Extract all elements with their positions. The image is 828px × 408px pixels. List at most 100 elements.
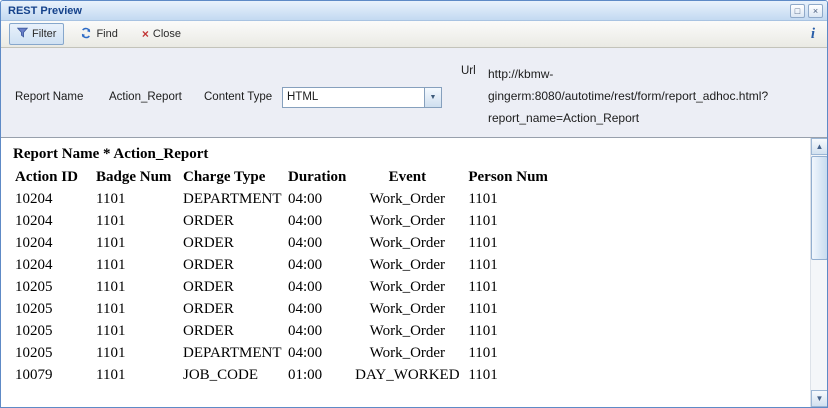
table-cell: ORDER <box>181 276 286 298</box>
close-icon: × <box>813 6 818 16</box>
table-cell: Work_Order <box>348 342 466 364</box>
table-cell: 10204 <box>13 210 94 232</box>
table-cell: 10204 <box>13 188 94 210</box>
column-header: Event <box>348 166 466 188</box>
table-cell: 1101 <box>94 232 181 254</box>
find-button-label: Find <box>96 28 117 40</box>
table-cell: ORDER <box>181 210 286 232</box>
scroll-up-icon: ▲ <box>816 142 824 151</box>
table-cell: 10079 <box>13 364 94 386</box>
window-title: REST Preview <box>8 5 787 17</box>
table-cell: 1101 <box>94 320 181 342</box>
table-row: 102051101DEPARTMENT04:00Work_Order1101 <box>13 342 566 364</box>
column-header: Action ID <box>13 166 94 188</box>
table-cell: 1101 <box>466 320 566 342</box>
table-header-row: Action ID Badge Num Charge Type Duration… <box>13 166 566 188</box>
content-type-select[interactable]: HTML ▼ <box>282 87 442 108</box>
table-cell: 10205 <box>13 298 94 320</box>
dropdown-button[interactable]: ▼ <box>424 88 441 107</box>
filter-button[interactable]: Filter <box>9 23 64 45</box>
find-button[interactable]: Find <box>72 23 125 46</box>
table-cell: 1101 <box>94 298 181 320</box>
url-line: report_name=Action_Report <box>488 107 818 129</box>
table-cell: ORDER <box>181 298 286 320</box>
table-cell: Work_Order <box>348 232 466 254</box>
table-row: 102041101ORDER04:00Work_Order1101 <box>13 254 566 276</box>
column-header: Person Num <box>466 166 566 188</box>
close-button[interactable]: × Close <box>134 24 189 44</box>
table-cell: 1101 <box>466 232 566 254</box>
table-cell: Work_Order <box>348 254 466 276</box>
window-close-button[interactable]: × <box>808 4 823 18</box>
table-cell: 1101 <box>466 276 566 298</box>
report-name-label: Report Name <box>15 91 83 103</box>
form-area: Report Name Action_Report Content Type H… <box>1 48 827 138</box>
table-cell: 04:00 <box>286 210 348 232</box>
scroll-down-icon: ▼ <box>816 394 824 403</box>
table-cell: 04:00 <box>286 276 348 298</box>
table-cell: DEPARTMENT <box>181 188 286 210</box>
rest-preview-window: REST Preview □ × Filter <box>0 0 828 408</box>
column-header: Badge Num <box>94 166 181 188</box>
table-cell: JOB_CODE <box>181 364 286 386</box>
close-button-label: Close <box>153 28 181 40</box>
table-cell: DAY_WORKED <box>348 364 466 386</box>
maximize-button[interactable]: □ <box>790 4 805 18</box>
table-cell: 1101 <box>94 188 181 210</box>
scroll-up-button[interactable]: ▲ <box>811 138 827 155</box>
find-refresh-icon <box>80 27 92 42</box>
table-cell: 01:00 <box>286 364 348 386</box>
table-cell: Work_Order <box>348 320 466 342</box>
table-cell: ORDER <box>181 254 286 276</box>
table-cell: ORDER <box>181 232 286 254</box>
table-cell: 1101 <box>466 298 566 320</box>
report-preview-pane: Report Name * Action_Report Action ID Ba… <box>1 138 827 407</box>
table-cell: 04:00 <box>286 342 348 364</box>
url-line: http://kbmw- <box>488 63 818 85</box>
table-row: 102051101ORDER04:00Work_Order1101 <box>13 276 566 298</box>
table-cell: 1101 <box>466 342 566 364</box>
url-label: Url <box>461 65 476 77</box>
table-cell: 1101 <box>94 342 181 364</box>
table-cell: 1101 <box>466 254 566 276</box>
close-x-icon: × <box>142 29 149 39</box>
table-cell: 10205 <box>13 276 94 298</box>
column-header: Duration <box>286 166 348 188</box>
info-icon[interactable]: i <box>811 26 819 43</box>
url-line: gingerm:8080/autotime/rest/form/report_a… <box>488 85 818 107</box>
table-cell: 1101 <box>94 276 181 298</box>
vertical-scrollbar[interactable]: ▲ ▼ <box>810 138 827 407</box>
scrollbar-thumb[interactable] <box>811 156 827 260</box>
table-row: 102041101ORDER04:00Work_Order1101 <box>13 232 566 254</box>
table-cell: 10204 <box>13 254 94 276</box>
content-type-label: Content Type <box>204 91 272 103</box>
table-cell: 1101 <box>466 188 566 210</box>
content-type-value: HTML <box>283 88 424 107</box>
table-cell: 1101 <box>94 210 181 232</box>
scroll-down-button[interactable]: ▼ <box>811 390 827 407</box>
table-row: 102051101ORDER04:00Work_Order1101 <box>13 298 566 320</box>
filter-button-label: Filter <box>32 28 56 40</box>
table-cell: Work_Order <box>348 210 466 232</box>
table-cell: 04:00 <box>286 254 348 276</box>
table-cell: 10204 <box>13 232 94 254</box>
table-cell: 04:00 <box>286 188 348 210</box>
table-cell: Work_Order <box>348 276 466 298</box>
table-cell: 10205 <box>13 320 94 342</box>
report-title: Report Name * Action_Report <box>13 143 810 166</box>
filter-icon <box>17 27 28 41</box>
table-cell: 1101 <box>466 364 566 386</box>
table-cell: 1101 <box>94 364 181 386</box>
table-cell: 10205 <box>13 342 94 364</box>
table-cell: 04:00 <box>286 320 348 342</box>
report-table: Action ID Badge Num Charge Type Duration… <box>13 166 566 386</box>
table-cell: ORDER <box>181 320 286 342</box>
chevron-down-icon: ▼ <box>430 94 437 101</box>
url-value: http://kbmw- gingerm:8080/autotime/rest/… <box>488 63 818 129</box>
table-cell: 1101 <box>466 210 566 232</box>
table-row: 102041101ORDER04:00Work_Order1101 <box>13 210 566 232</box>
titlebar[interactable]: REST Preview □ × <box>1 1 827 21</box>
column-header: Charge Type <box>181 166 286 188</box>
table-row: 102051101ORDER04:00Work_Order1101 <box>13 320 566 342</box>
maximize-icon: □ <box>795 6 800 16</box>
